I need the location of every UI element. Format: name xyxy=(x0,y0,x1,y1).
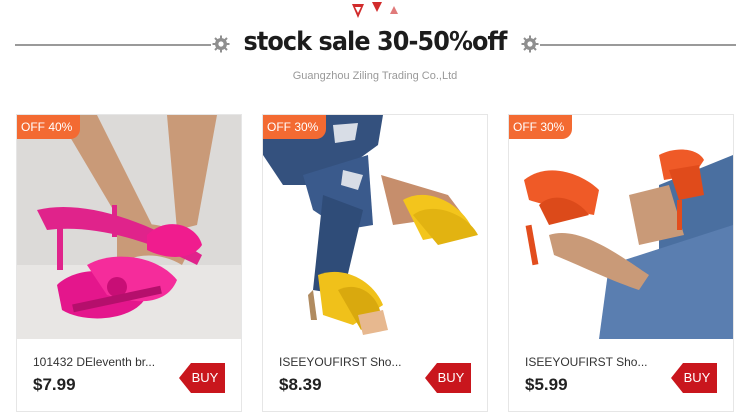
product-price: $7.99 xyxy=(33,375,76,394)
decorative-triangles-icon xyxy=(352,2,398,18)
product-image[interactable] xyxy=(17,115,241,339)
product-name[interactable]: 101432 DEleventh br... xyxy=(33,355,183,369)
product-name[interactable]: ISEEYOUFIRST Sho... xyxy=(525,355,675,369)
gear-icon xyxy=(521,35,539,53)
page-subtitle: Guangzhou Ziling Trading Co.,Ltd xyxy=(292,70,458,82)
product-name[interactable]: ISEEYOUFIRST Sho... xyxy=(279,355,429,369)
product-image[interactable] xyxy=(263,115,487,339)
product-card[interactable]: OFF 40% 101432 DEleventh br... $7.99 BUY xyxy=(16,114,242,412)
header-rule-left xyxy=(15,44,211,46)
product-card[interactable]: OFF 30% ISEEYOUFIRST Sho... $8.39 BUY xyxy=(262,114,488,412)
buy-button[interactable]: BUY xyxy=(425,363,471,393)
discount-badge: OFF 30% xyxy=(263,115,327,139)
header-rule-right xyxy=(540,44,736,46)
product-image[interactable] xyxy=(509,115,733,339)
discount-badge: OFF 40% xyxy=(17,115,81,139)
discount-badge: OFF 30% xyxy=(509,115,573,139)
buy-button[interactable]: BUY xyxy=(671,363,717,393)
page-title: stock sale 30-50%off xyxy=(243,27,508,57)
gear-icon xyxy=(212,35,230,53)
buy-button[interactable]: BUY xyxy=(179,363,225,393)
section-header: stock sale 30-50%off Guangzhou Ziling Tr… xyxy=(0,0,750,100)
product-price: $8.39 xyxy=(279,375,322,394)
product-price: $5.99 xyxy=(525,375,568,394)
product-card[interactable]: OFF 30% ISEEYOUFIRST Sho... $5.99 BUY xyxy=(508,114,734,412)
